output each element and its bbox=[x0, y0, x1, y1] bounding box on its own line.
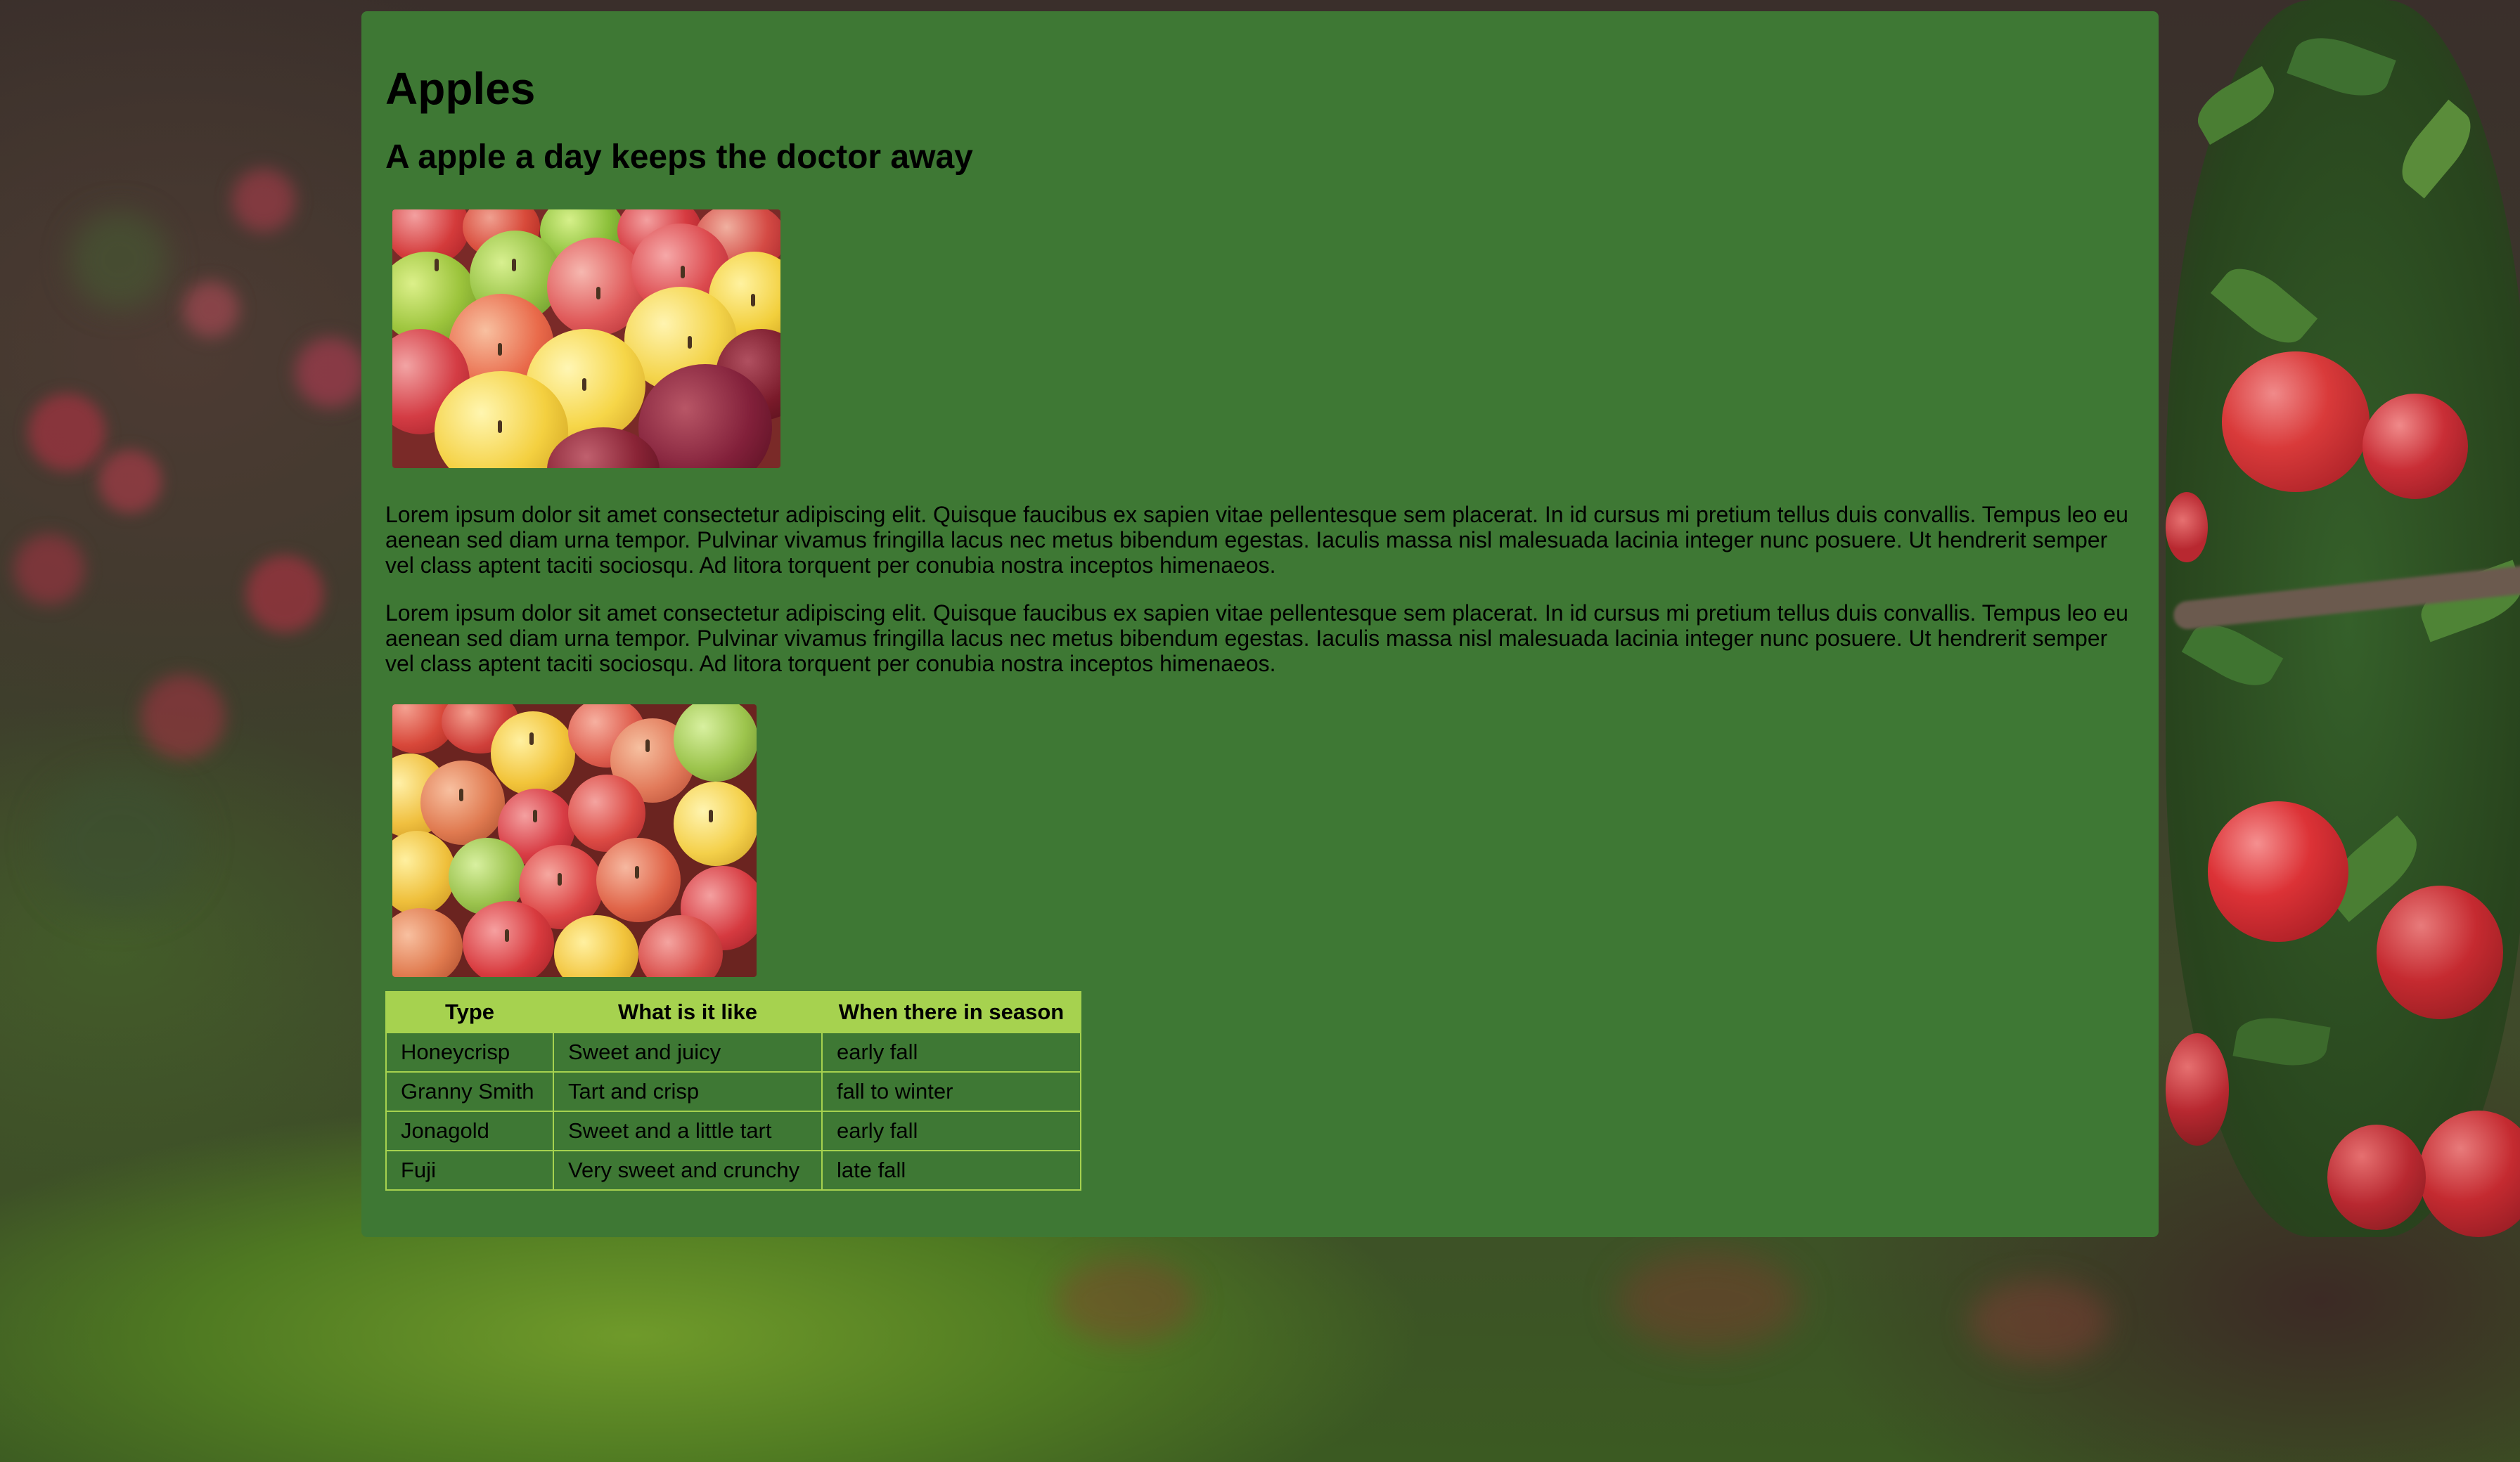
table-row: Honeycrisp Sweet and juicy early fall bbox=[385, 1032, 1081, 1073]
table-cell-description: Sweet and juicy bbox=[553, 1032, 823, 1073]
apple-pile-image bbox=[392, 704, 757, 977]
table-cell-season: late fall bbox=[821, 1150, 1081, 1191]
apple-varieties-table: Type What is it like When there in seaso… bbox=[385, 991, 1081, 1191]
paragraph-1: Lorem ipsum dolor sit amet consectetur a… bbox=[385, 502, 2128, 578]
table-cell-type: Granny Smith bbox=[385, 1071, 554, 1112]
table-cell-description: Very sweet and crunchy bbox=[553, 1150, 823, 1191]
table-header-row: Type What is it like When there in seaso… bbox=[385, 991, 1081, 1033]
paragraph-2: Lorem ipsum dolor sit amet consectetur a… bbox=[385, 600, 2128, 676]
table-cell-type: Fuji bbox=[385, 1150, 554, 1191]
table-row: Granny Smith Tart and crisp fall to wint… bbox=[385, 1071, 1081, 1112]
column-header-season: When there in season bbox=[821, 991, 1081, 1033]
table-cell-season: early fall bbox=[821, 1032, 1081, 1073]
table-cell-description: Sweet and a little tart bbox=[553, 1111, 823, 1151]
content-panel: Apples A apple a day keeps the doctor aw… bbox=[361, 11, 2159, 1237]
page-subtitle: A apple a day keeps the doctor away bbox=[385, 138, 973, 176]
column-header-description: What is it like bbox=[553, 991, 823, 1033]
table-cell-season: early fall bbox=[821, 1111, 1081, 1151]
assorted-apples-image bbox=[392, 209, 780, 468]
table-cell-type: Honeycrisp bbox=[385, 1032, 554, 1073]
table-cell-season: fall to winter bbox=[821, 1071, 1081, 1112]
page-title: Apples bbox=[385, 63, 536, 114]
table-row: Jonagold Sweet and a little tart early f… bbox=[385, 1111, 1081, 1151]
table-cell-description: Tart and crisp bbox=[553, 1071, 823, 1112]
column-header-type: Type bbox=[385, 991, 554, 1033]
table-row: Fuji Very sweet and crunchy late fall bbox=[385, 1150, 1081, 1191]
table-cell-type: Jonagold bbox=[385, 1111, 554, 1151]
